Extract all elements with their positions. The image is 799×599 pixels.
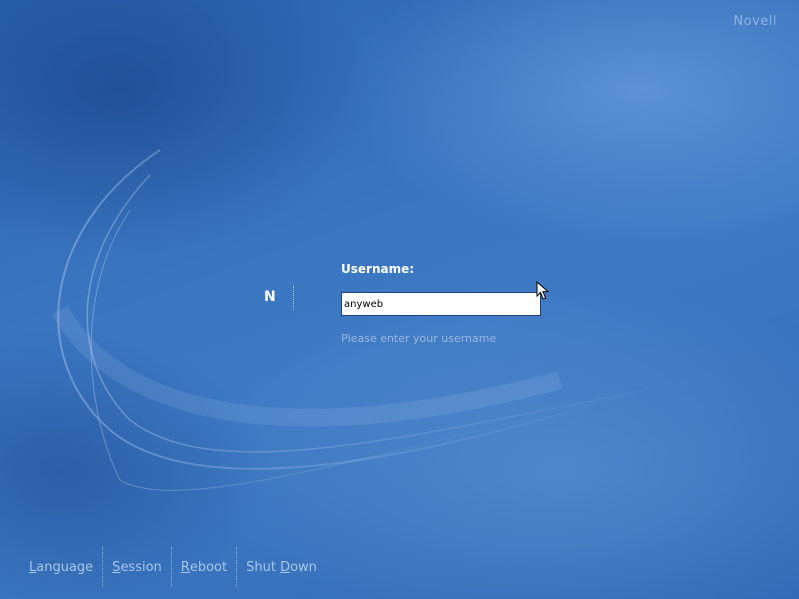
username-hint: Please enter your username [341,332,497,345]
shutdown-accel: D [280,559,291,575]
reboot-label-rest: eboot [189,559,228,575]
novell-logo-text: Novell [733,14,777,29]
username-input[interactable] [341,292,541,316]
shutdown-label-rest: own [290,559,317,575]
shutdown-label-prefix: Shut [246,559,281,575]
language-label-rest: anguage [36,559,94,575]
language-menu-item[interactable]: Language [20,547,102,587]
novell-n-logo-icon: N [264,289,276,305]
logo-divider [293,286,294,310]
shutdown-menu-item[interactable]: Shut Down [236,547,326,587]
username-label: Username: [341,262,415,276]
reboot-accel: R [180,559,190,575]
session-menu-item[interactable]: Session [102,547,171,587]
reboot-menu-item[interactable]: Reboot [170,547,236,587]
session-label-rest: ession [120,559,162,575]
language-accel: L [29,559,37,575]
session-accel: S [112,559,121,575]
bottom-menu: Language Session Reboot Shut Down [20,547,326,587]
